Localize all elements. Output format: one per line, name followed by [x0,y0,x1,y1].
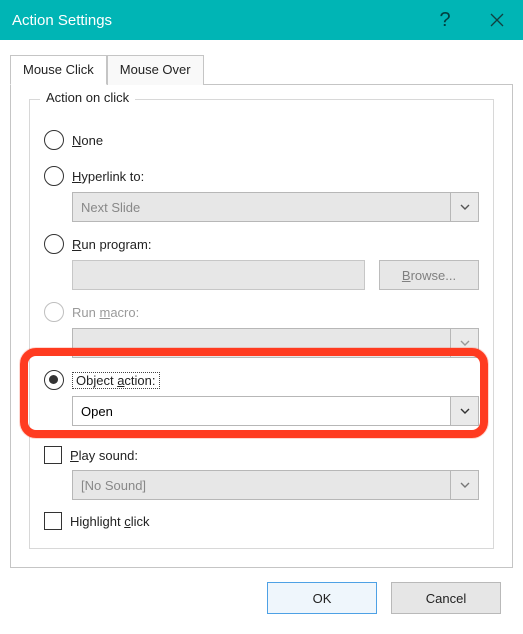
object-action-value: Open [81,404,113,419]
checkbox-play-sound[interactable] [44,446,62,464]
sound-select[interactable]: [No Sound] [72,470,479,500]
ok-label: OK [313,591,332,606]
radio-hyperlink[interactable] [44,166,64,186]
label-run-program: Run program: [72,237,151,252]
tab-panel: Action on click None Hyperlink to: Next … [10,84,513,568]
chevron-down-icon [451,470,479,500]
label-hyperlink: Hyperlink to: [72,169,144,184]
title-bar: Action Settings ? [0,0,523,40]
tab-strip: Mouse Click Mouse Over [10,54,513,84]
hyperlink-value: Next Slide [81,200,140,215]
cancel-label: Cancel [426,591,466,606]
chevron-down-icon [451,396,479,426]
cancel-button[interactable]: Cancel [391,582,501,614]
dialog-footer: OK Cancel [10,568,513,624]
tab-label: Mouse Click [23,62,94,77]
tab-mouse-over[interactable]: Mouse Over [107,55,204,85]
checkbox-highlight-click[interactable] [44,512,62,530]
window-title: Action Settings [12,12,112,29]
label-none: None [72,133,103,148]
label-run-macro: Run macro: [72,305,139,320]
macro-select [72,328,479,358]
sound-value: [No Sound] [81,478,146,493]
hyperlink-select[interactable]: Next Slide [72,192,479,222]
radio-object-action[interactable] [44,370,64,390]
chevron-down-icon [451,328,479,358]
object-action-select[interactable]: Open [72,396,479,426]
help-button[interactable]: ? [419,0,471,40]
group-legend: Action on click [40,90,135,105]
tab-label: Mouse Over [120,62,191,77]
close-button[interactable] [471,0,523,40]
radio-run-program[interactable] [44,234,64,254]
label-play-sound: Play sound: [70,448,138,463]
tab-mouse-click[interactable]: Mouse Click [10,55,107,85]
radio-run-macro [44,302,64,322]
radio-none[interactable] [44,130,64,150]
browse-button[interactable]: Browse... [379,260,479,290]
run-program-input[interactable] [72,260,365,290]
chevron-down-icon [451,192,479,222]
label-object-action: Object action: [72,373,160,388]
action-on-click-group: Action on click None Hyperlink to: Next … [29,99,494,549]
label-highlight-click: Highlight click [70,514,149,529]
ok-button[interactable]: OK [267,582,377,614]
close-icon [489,12,505,28]
